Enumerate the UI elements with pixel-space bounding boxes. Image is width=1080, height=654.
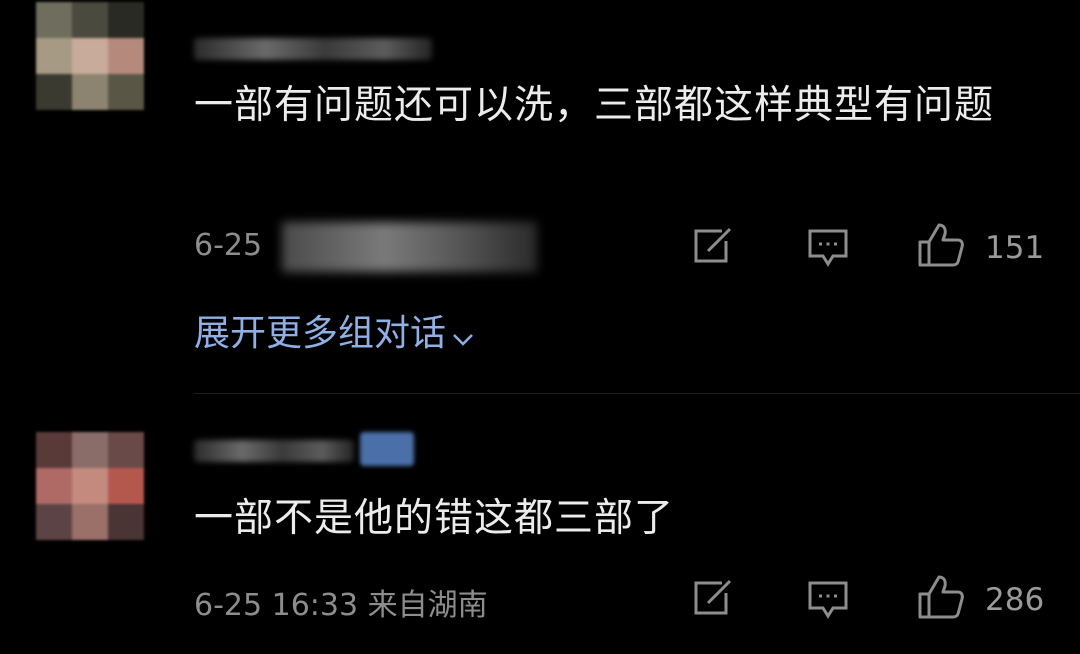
divider xyxy=(194,393,1080,394)
reply-button[interactable] xyxy=(807,580,849,620)
share-icon xyxy=(694,579,732,615)
comment-text: 一部不是他的错这都三部了 xyxy=(194,496,675,541)
comment-date: 6-25 16:33 xyxy=(194,588,359,623)
expand-replies-link[interactable]: 展开更多组对话 xyxy=(194,304,474,356)
comment-location: 来自湖南 xyxy=(367,588,488,623)
comment-text: 一部有问题还可以洗，三部都这样典型有问题 xyxy=(194,83,995,128)
meta-blurred xyxy=(282,222,537,272)
comment-date: 6-25 xyxy=(194,228,263,263)
like-count: 151 xyxy=(985,230,1045,266)
share-icon xyxy=(694,227,732,263)
like-button[interactable] xyxy=(917,222,965,268)
thumbs-up-icon xyxy=(918,223,964,267)
like-button[interactable] xyxy=(917,574,965,620)
expand-replies-label: 展开更多组对话 xyxy=(194,313,447,354)
user-badge-blurred xyxy=(360,432,414,466)
chevron-down-icon xyxy=(452,315,474,356)
reply-button[interactable] xyxy=(807,228,849,268)
share-button[interactable] xyxy=(692,227,734,265)
avatar[interactable] xyxy=(36,432,144,540)
comment-icon xyxy=(808,229,848,267)
avatar[interactable] xyxy=(36,2,144,110)
share-button[interactable] xyxy=(692,579,734,617)
username-blurred[interactable] xyxy=(194,440,354,462)
comment-icon xyxy=(808,581,848,619)
comment-meta: 6-25 16:33 来自湖南 xyxy=(194,580,488,624)
like-count: 286 xyxy=(985,582,1045,618)
username-blurred[interactable] xyxy=(194,38,432,60)
thumbs-up-icon xyxy=(918,575,964,619)
